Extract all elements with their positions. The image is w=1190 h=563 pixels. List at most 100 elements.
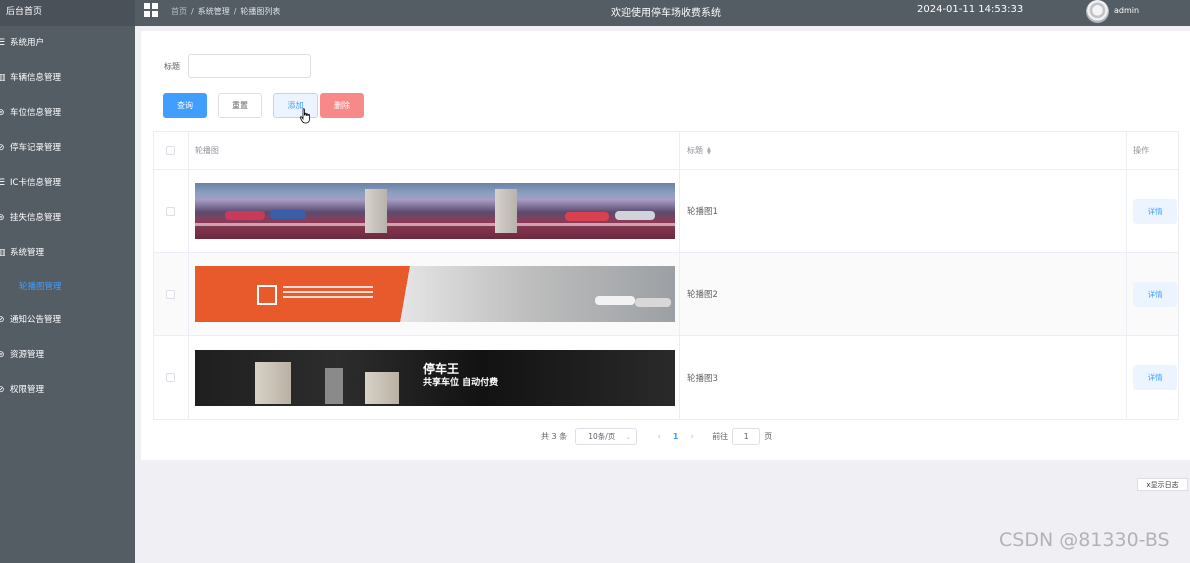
column-header-image: 轮播图: [189, 132, 680, 169]
sidebar-item-label: 车位信息管理: [10, 108, 62, 118]
sidebar-item-loss-reports[interactable]: ⊜ 挂失信息管理: [0, 201, 135, 236]
reset-button[interactable]: 重置: [218, 93, 262, 118]
breadcrumb-separator: /: [233, 7, 237, 16]
page-number[interactable]: 1: [667, 432, 684, 441]
topbar: 首页 / 系统管理 / 轮播图列表 欢迎使用停车场收费系统 2024-01-11 14:…: [135, 0, 1190, 26]
table-row: 轮播图1 详情: [154, 170, 1178, 253]
row-actions: 详情: [1127, 253, 1178, 335]
next-page-icon[interactable]: ›: [684, 432, 700, 442]
sidebar-item-label: 挂失信息管理: [10, 213, 62, 223]
sidebar-item-label: IC卡信息管理: [10, 178, 61, 188]
carousel-image-3: 停车王 共享车位 自动付费: [194, 349, 675, 406]
row-checkbox[interactable]: [166, 289, 176, 299]
hand-cursor-icon: [299, 108, 310, 124]
breadcrumb-separator: /: [191, 7, 194, 16]
sidebar-item-label: 权限管理: [10, 385, 45, 395]
sidebar-item-notices[interactable]: ⊘ 通知公告管理: [0, 303, 135, 338]
pagination: 共 3 条 10条/页 ⌄ ‹ 1 › 前往 1 页: [541, 428, 772, 445]
welcome-title: 欢迎使用停车场收费系统: [611, 8, 721, 19]
row-checkbox-cell: [154, 253, 189, 335]
table-row: 停车王 共享车位 自动付费 轮播图3 详情: [154, 336, 1178, 419]
sort-icon[interactable]: ▲ ▼: [707, 146, 711, 155]
check-circle-icon: ⊘: [0, 315, 5, 325]
sidebar-item-label: 系统管理: [10, 248, 45, 258]
main-panel: 标题 查询 重置 添加 删除 轮播图 标题 ▲ ▼ 操作 轮播图1 详情 轮播图…: [141, 31, 1190, 460]
detail-button[interactable]: 详情: [1133, 281, 1178, 307]
sidebar-item-parking-records[interactable]: ⊘ 停车记录管理: [0, 131, 135, 166]
row-actions: 详情: [1127, 170, 1178, 252]
row-checkbox-cell: [154, 170, 189, 252]
menu-toggle-icon[interactable]: [144, 3, 158, 17]
carousel-image-2: [194, 266, 675, 322]
sidebar-item-label: 系统用户: [10, 38, 45, 48]
column-header-title-label: 标题: [686, 146, 703, 155]
sidebar-item-permissions[interactable]: ⊘ 权限管理: [0, 373, 135, 408]
sidebar-item-carousel[interactable]: 轮播图管理: [0, 271, 135, 303]
row-title: 轮播图3: [680, 336, 1128, 419]
show-log-button[interactable]: x显示日志: [1137, 478, 1188, 491]
column-header-title[interactable]: 标题 ▲ ▼: [680, 132, 1128, 169]
sidebar-item-spaces[interactable]: ⊜ 车位信息管理: [0, 96, 135, 131]
bar-chart-icon: ▥: [0, 73, 6, 83]
prev-page-icon[interactable]: ‹: [651, 432, 667, 442]
chevron-down-icon: ⌄: [625, 432, 632, 441]
sidebar-item-label: 资源管理: [10, 350, 45, 360]
row-title: 轮播图1: [680, 170, 1128, 252]
column-header-actions: 操作: [1133, 146, 1150, 155]
page-size-value: 10条/页: [588, 432, 616, 441]
watermark: CSDN @81330-BS: [999, 529, 1170, 551]
sidebar-item-label: 通知公告管理: [10, 315, 62, 325]
carousel-image-1: [194, 183, 675, 239]
title-filter-label: 标题: [164, 62, 180, 71]
pagination-total: 共 3 条: [541, 432, 568, 441]
row-image-cell: 停车王 共享车位 自动付费: [189, 336, 680, 419]
breadcrumb-item: 系统管理: [197, 7, 230, 16]
row-checkbox-cell: [154, 336, 189, 419]
page-size-select[interactable]: 10条/页 ⌄: [575, 428, 638, 445]
table-row: 轮播图2 详情: [154, 253, 1178, 336]
sidebar: 后台首页 ☰ 系统用户 ▥ 车辆信息管理 ⊜ 车位信息管理 ⊘ 停车记录管理 ☰ IC卡信…: [0, 0, 135, 563]
row-image-cell: [189, 253, 680, 335]
user-name[interactable]: admin: [1114, 6, 1139, 15]
sidebar-item-ic-cards[interactable]: ☰ IC卡信息管理: [0, 166, 135, 201]
row-title: 轮播图2: [680, 253, 1128, 335]
query-button[interactable]: 查询: [163, 93, 207, 118]
sidebar-menu: ☰ 系统用户 ▥ 车辆信息管理 ⊜ 车位信息管理 ⊘ 停车记录管理 ☰ IC卡信息管理 ⊜…: [0, 26, 135, 408]
banner-subline: 共享车位 自动付费: [422, 377, 499, 388]
check-circle-icon: ⊘: [0, 143, 5, 153]
row-checkbox[interactable]: [166, 206, 176, 216]
delete-button[interactable]: 删除: [320, 93, 364, 118]
sidebar-item-vehicles[interactable]: ▥ 车辆信息管理: [0, 61, 135, 96]
select-all-checkbox[interactable]: [166, 146, 176, 155]
title-filter-input[interactable]: [188, 54, 311, 78]
sidebar-item-system[interactable]: ▥ 系统管理: [0, 236, 135, 271]
row-image-cell: [189, 170, 680, 252]
list-icon: ☰: [0, 38, 6, 48]
breadcrumb-home[interactable]: 首页: [171, 7, 187, 16]
add-button[interactable]: 添加: [273, 93, 318, 118]
goto-page-input[interactable]: 1: [732, 428, 761, 445]
sidebar-item-label: 停车记录管理: [10, 143, 62, 153]
sidebar-home[interactable]: 后台首页: [0, 0, 135, 26]
message-icon: ⊜: [0, 213, 5, 223]
breadcrumb-current: 轮播图列表: [240, 7, 281, 16]
avatar[interactable]: [1086, 0, 1109, 23]
detail-button[interactable]: 详情: [1133, 365, 1178, 390]
row-actions: 详情: [1127, 336, 1178, 419]
sidebar-item-users[interactable]: ☰ 系统用户: [0, 26, 135, 61]
datetime: 2024-01-11 14:53:33: [917, 4, 1024, 15]
detail-button[interactable]: 详情: [1133, 198, 1178, 224]
check-circle-icon: ⊘: [0, 385, 5, 395]
message-icon: ⊜: [0, 350, 5, 360]
goto-label: 前往: [712, 432, 729, 441]
list-icon: ☰: [0, 178, 6, 188]
header-checkbox-cell: [154, 132, 189, 169]
sidebar-item-label: 轮播图管理: [19, 282, 62, 292]
sidebar-item-resources[interactable]: ⊜ 资源管理: [0, 338, 135, 373]
row-checkbox[interactable]: [166, 373, 176, 382]
bar-chart-icon: ▥: [0, 248, 6, 258]
table-header: 轮播图 标题 ▲ ▼ 操作: [154, 132, 1178, 170]
breadcrumb: 首页 / 系统管理 / 轮播图列表: [171, 6, 280, 17]
goto-suffix: 页: [764, 432, 773, 441]
message-icon: ⊜: [0, 108, 5, 118]
